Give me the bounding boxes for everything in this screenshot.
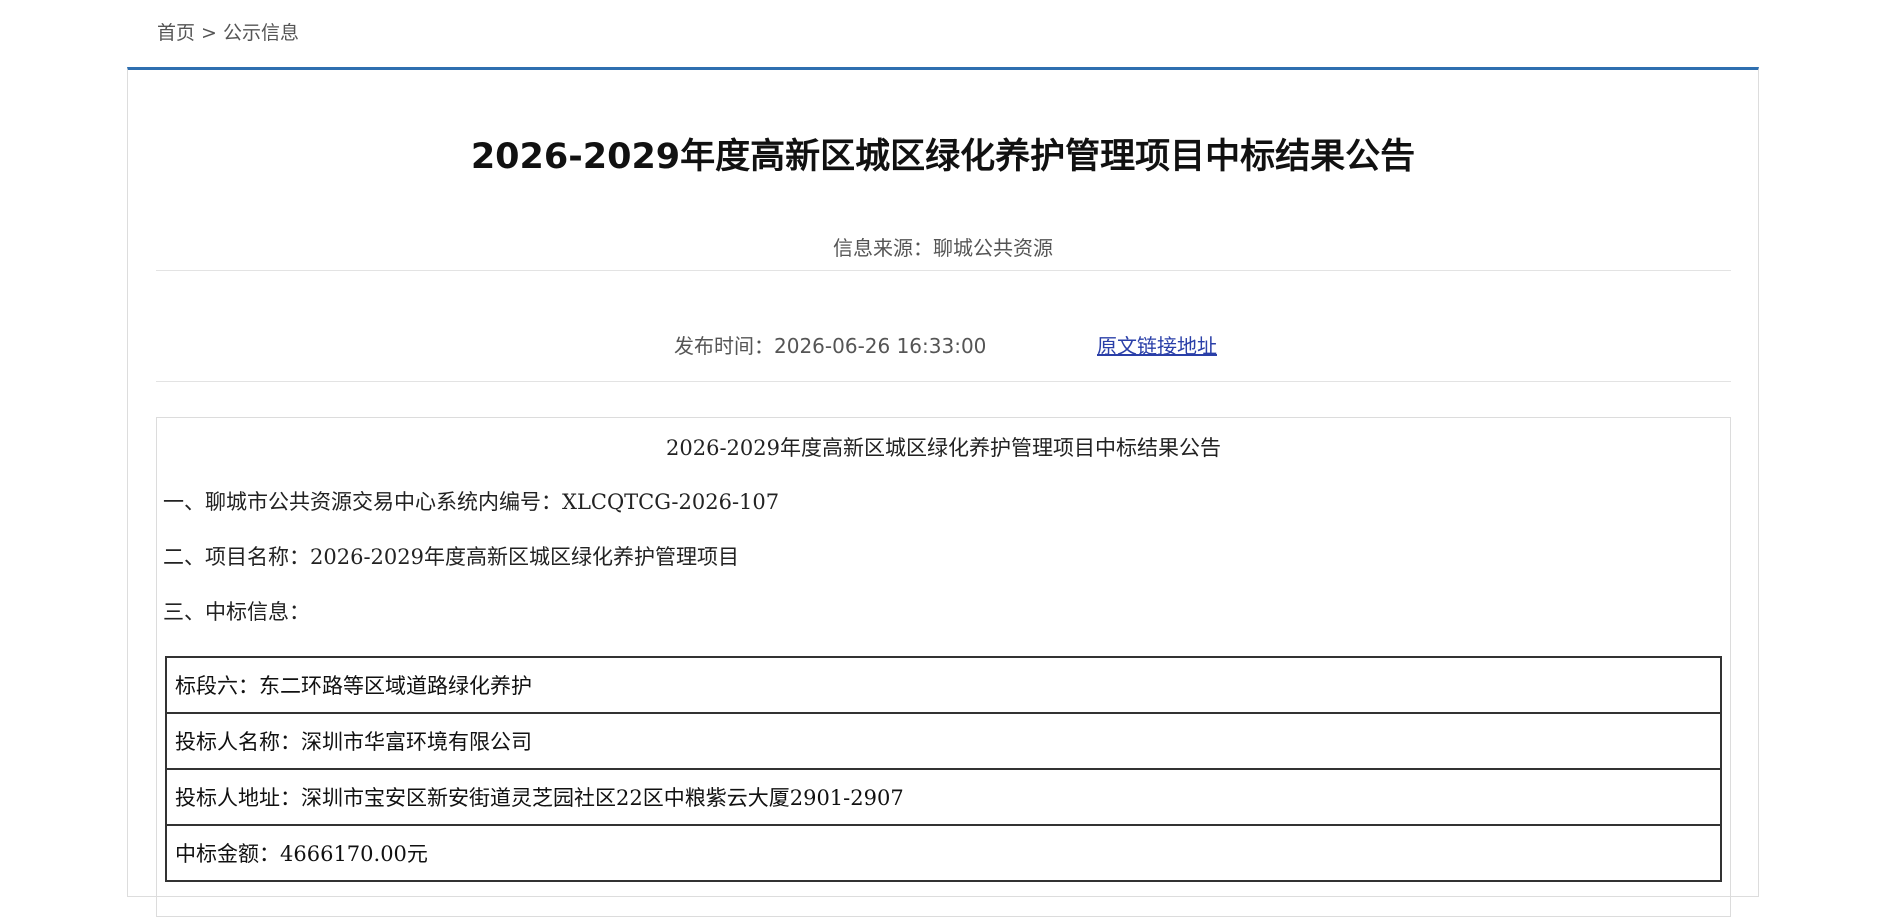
bid-info-table: 标段六：东二环路等区域道路绿化养护 投标人名称：深圳市华富环境有限公司 投标人地… (165, 656, 1722, 882)
article-panel: 2026-2029年度高新区城区绿化养护管理项目中标结果公告 信息来源：聊城公共… (127, 67, 1759, 917)
content-heading: 2026-2029年度高新区城区绿化养护管理项目中标结果公告 (666, 436, 1221, 460)
divider (156, 270, 1731, 271)
original-link[interactable]: 原文链接地址 (1097, 330, 1217, 359)
info-source: 信息来源：聊城公共资源 (833, 236, 1053, 260)
breadcrumb: 首页 > 公示信息 (157, 18, 299, 45)
page-title: 2026-2029年度高新区城区绿化养护管理项目中标结果公告 (470, 137, 1416, 177)
paragraph-project-name: 二、项目名称：2026-2029年度高新区城区绿化养护管理项目 (163, 545, 739, 569)
table-cell-lot: 标段六：东二环路等区域道路绿化养护 (165, 656, 1722, 714)
breadcrumb-current[interactable]: 公示信息 (223, 22, 299, 44)
table-row: 标段六：东二环路等区域道路绿化养护 (165, 656, 1722, 714)
table-cell-bidder-address: 投标人地址：深圳市宝安区新安街道灵芝园社区22区中粮紫云大厦2901-2907 (165, 768, 1722, 826)
paragraph-system-number: 一、聊城市公共资源交易中心系统内编号：XLCQTCG-2026-107 (163, 490, 780, 514)
paragraph-bid-info: 三、中标信息： (163, 600, 310, 624)
publish-time: 发布时间：2026-06-26 16:33:00 (674, 334, 987, 358)
breadcrumb-separator: > (201, 22, 217, 44)
divider (156, 381, 1731, 382)
table-row: 投标人名称：深圳市华富环境有限公司 (165, 712, 1722, 770)
breadcrumb-home-link[interactable]: 首页 (157, 22, 195, 44)
table-cell-bidder-name: 投标人名称：深圳市华富环境有限公司 (165, 712, 1722, 770)
announcement-content: 2026-2029年度高新区城区绿化养护管理项目中标结果公告 一、聊城市公共资源… (156, 417, 1731, 917)
table-cell-bid-amount: 中标金额：4666170.00元 (165, 824, 1722, 882)
table-row: 中标金额：4666170.00元 (165, 824, 1722, 882)
table-row: 投标人地址：深圳市宝安区新安街道灵芝园社区22区中粮紫云大厦2901-2907 (165, 768, 1722, 826)
